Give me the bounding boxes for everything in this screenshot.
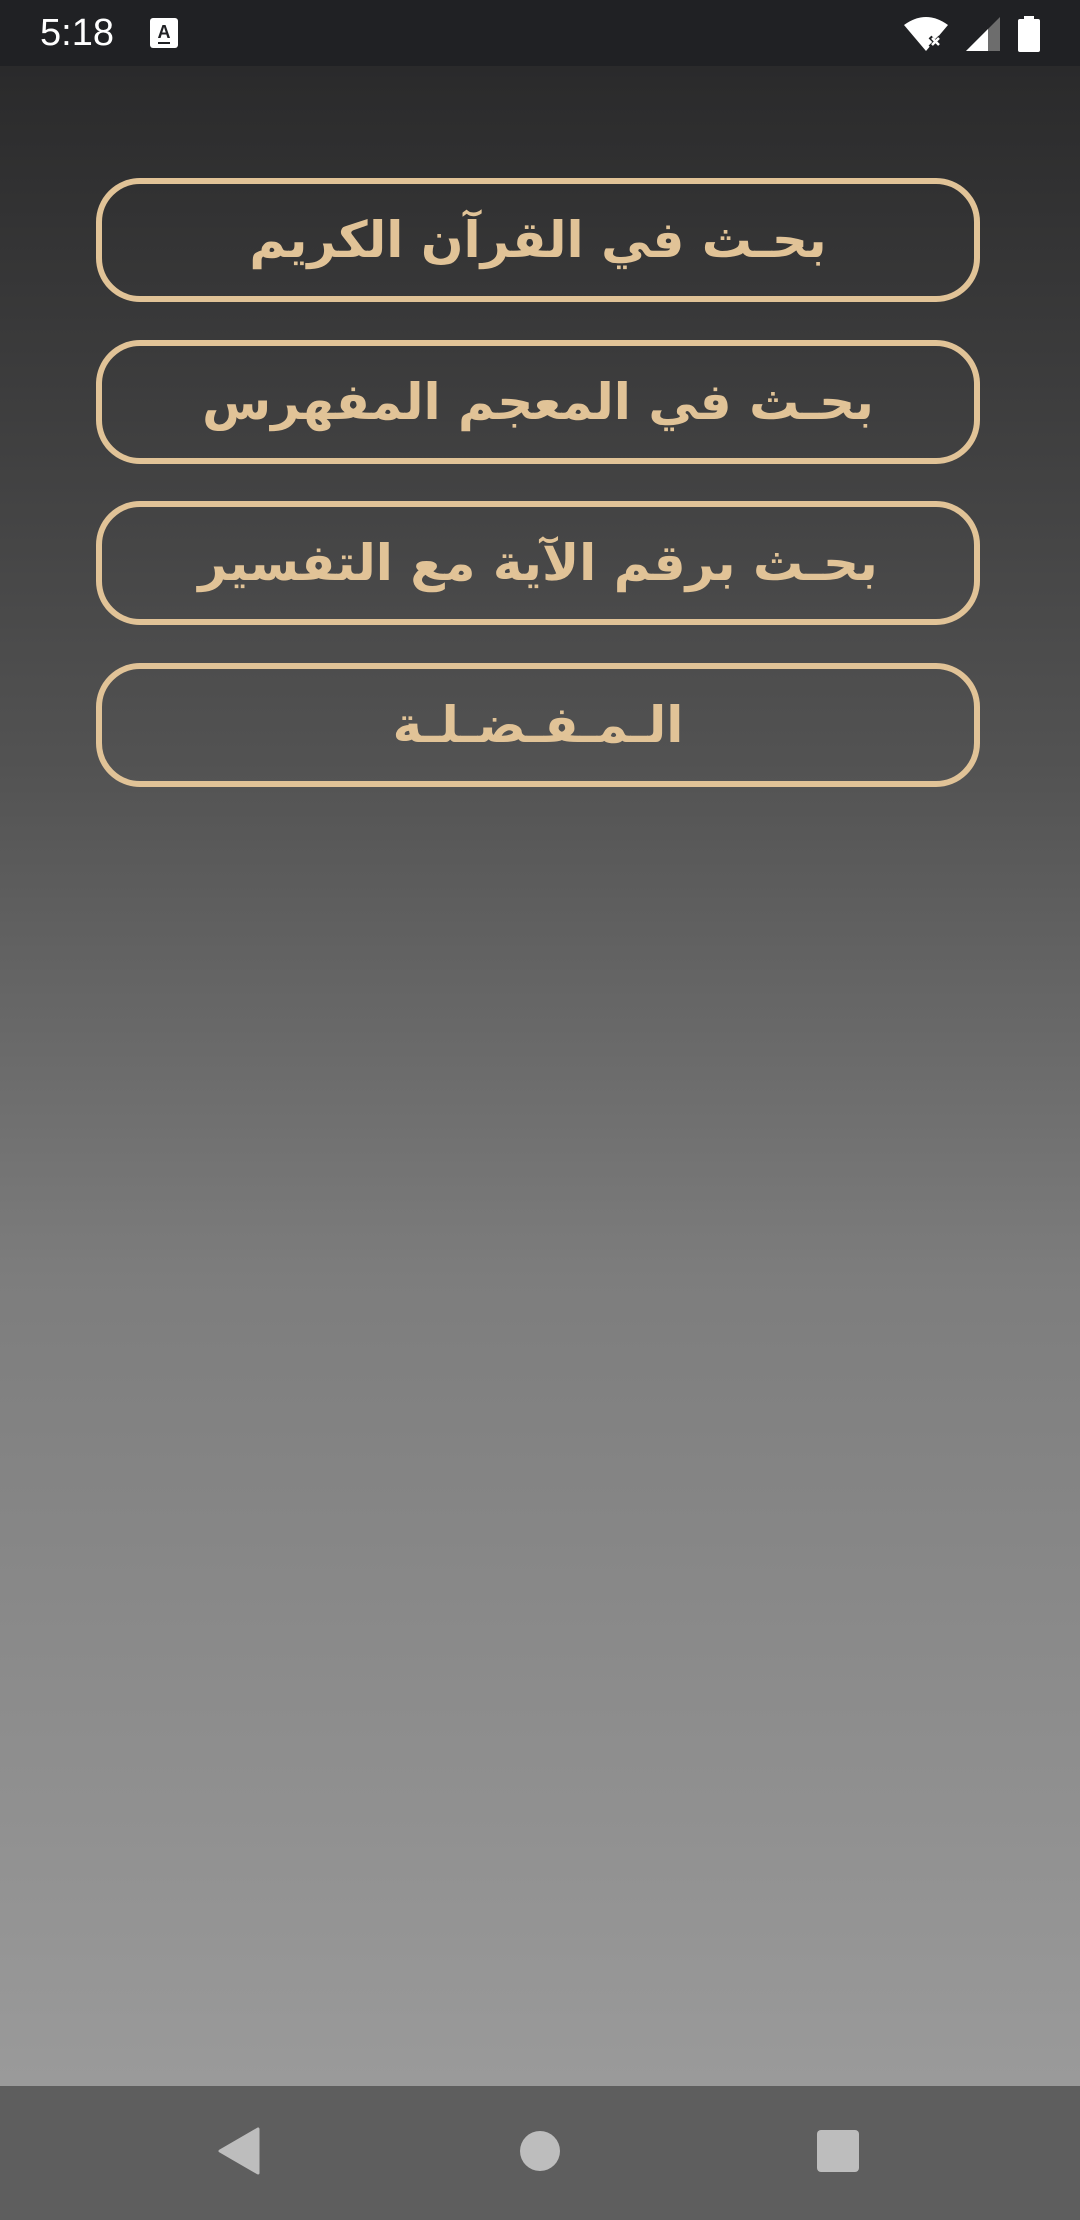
favorites-button[interactable]: الـمـفـضـلـة — [96, 663, 980, 787]
search-indexed-dictionary-button[interactable]: بحـث في المعجم المفهرس — [96, 340, 980, 464]
main-content: بحـث في القرآن الكريم بحـث في المعجم الم… — [0, 66, 1080, 2086]
status-icons — [904, 14, 1040, 54]
search-verse-number-tafsir-button[interactable]: بحـث برقم الآية مع التفسير — [96, 501, 980, 625]
back-triangle-icon — [218, 2127, 262, 2179]
recents-square-icon — [817, 2130, 859, 2176]
recents-button[interactable] — [793, 2108, 883, 2198]
cell-signal-icon — [966, 17, 1000, 51]
wifi-x-icon — [904, 17, 948, 51]
search-quran-button[interactable]: بحـث في القرآن الكريم — [96, 178, 980, 302]
home-circle-icon — [519, 2130, 561, 2176]
battery-full-icon — [1018, 16, 1040, 52]
navigation-bar — [0, 2086, 1080, 2220]
home-button[interactable] — [495, 2108, 585, 2198]
svg-text:A: A — [158, 22, 171, 42]
back-button[interactable] — [195, 2108, 285, 2198]
status-time: 5:18 — [40, 12, 114, 54]
keyboard-a-icon: A — [150, 18, 178, 48]
app-screen: 5:18 A بحـث في القرآن الكريم بحـث في الم… — [0, 0, 1080, 2220]
status-bar: 5:18 A — [0, 0, 1080, 66]
